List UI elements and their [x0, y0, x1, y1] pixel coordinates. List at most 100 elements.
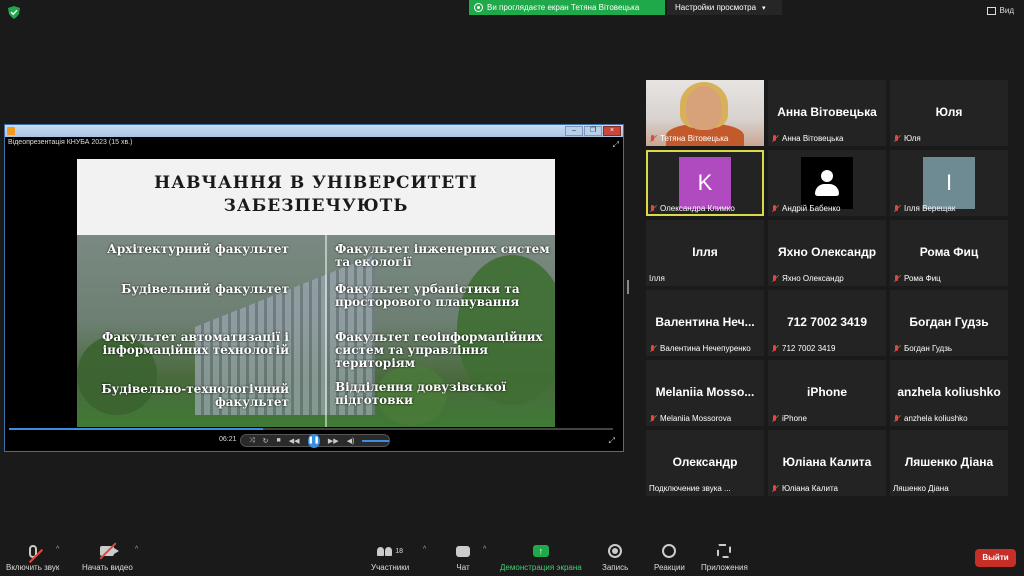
microphone-muted-icon	[771, 204, 779, 213]
microphone-muted-icon	[771, 134, 779, 143]
volume-slider[interactable]	[362, 439, 389, 442]
split-drag-handle[interactable]	[627, 280, 629, 294]
minimize-button[interactable]: –	[565, 126, 583, 136]
smiley-plus-icon	[662, 544, 677, 558]
pause-button[interactable]: ❚❚	[307, 433, 320, 448]
microphone-muted-icon	[649, 414, 657, 423]
expand-icon[interactable]: ⤢	[613, 139, 619, 151]
participant-name: Андрій Бабенко	[782, 204, 841, 213]
participant-display-name: Валентина Неч...	[655, 315, 755, 329]
participant-tile[interactable]: Андрій Бабенко	[768, 150, 886, 216]
audio-options-caret-icon[interactable]: ^	[56, 546, 59, 553]
gallery-grid-icon	[986, 6, 996, 15]
participant-tile[interactable]: 712 7002 3419 712 7002 3419	[768, 290, 886, 356]
security-shield-icon[interactable]	[8, 6, 20, 19]
faculty-right-2: Факультет урбаністики та просторового пл…	[335, 282, 520, 309]
participant-name: Ілля	[649, 274, 665, 283]
microphone-muted-icon	[771, 274, 779, 283]
close-window-button[interactable]: ×	[603, 126, 621, 136]
microphone-muted-icon	[28, 544, 43, 563]
participants-options-caret-icon[interactable]: ^	[423, 546, 426, 553]
participant-display-name: iPhone	[806, 385, 847, 399]
participant-name-label: Анна Вітовецька	[771, 134, 843, 143]
faculty-left-2: Будівельний факультет	[121, 282, 289, 296]
participant-name: Ляшенко Діана	[893, 484, 949, 493]
participant-name-label: Андрій Бабенко	[771, 204, 840, 213]
chat-options-caret-icon[interactable]: ^	[483, 546, 486, 553]
view-label: Вид	[999, 6, 1014, 15]
slide-header: НАВЧАННЯ В УНІВЕРСИТЕТІ ЗАБЕЗПЕЧУЮТЬ	[77, 159, 555, 235]
chat-label: Чат	[456, 563, 470, 572]
participant-tile[interactable]: Богдан Гудзь Богдан Гудзь	[890, 290, 1008, 356]
share-screen-button[interactable]: ↑ Демонстрация экрана	[500, 542, 582, 572]
apps-label: Приложения	[701, 563, 748, 572]
microphone-muted-icon	[893, 134, 901, 143]
participant-name: Юля	[904, 134, 921, 143]
participant-tile[interactable]: Юліана Калита Юліана Калита	[768, 430, 886, 496]
participant-display-name: Яхно Олександр	[777, 245, 877, 259]
start-video-button[interactable]: Начать видео	[82, 542, 133, 572]
share-banner-text: Ви проглядаєте екран Тетяна Вітовецька	[487, 3, 640, 12]
stop-icon[interactable]: ■	[276, 437, 280, 444]
participant-tile[interactable]: K Олександра Климко	[646, 150, 764, 216]
participant-name: Олександра Климко	[660, 204, 735, 213]
video-options-caret-icon[interactable]: ^	[135, 546, 138, 553]
participant-tile[interactable]: Анна Вітовецька Анна Вітовецька	[768, 80, 886, 146]
chat-button[interactable]: Чат	[456, 542, 470, 572]
shared-screen-player: – ❐ × Відеопрезентація КНУБА 2023 (15 хв…	[4, 124, 624, 452]
record-icon	[608, 544, 623, 558]
microphone-muted-icon	[771, 484, 779, 493]
participant-name: Яхно Олександр	[782, 274, 844, 283]
presentation-slide: НАВЧАННЯ В УНІВЕРСИТЕТІ ЗАБЕЗПЕЧУЮТЬ Арх…	[77, 159, 555, 427]
maximize-button[interactable]: ❐	[584, 126, 602, 136]
participants-count: 18	[395, 547, 403, 555]
participant-tile[interactable]: Ляшенко Діана Ляшенко Діана	[890, 430, 1008, 496]
reactions-button[interactable]: Реакции	[654, 542, 685, 572]
participant-tile[interactable]: Melaniia Mosso... Melaniia Mossorova	[646, 360, 764, 426]
participant-tile[interactable]: I Ілля Верещак	[890, 150, 1008, 216]
participant-tile[interactable]: Тетяна Вітовецька	[646, 80, 764, 146]
participant-name-label: Юля	[893, 134, 921, 143]
participant-name: anzhela koliushko	[904, 414, 968, 423]
fullscreen-icon[interactable]: ⤢	[609, 436, 615, 446]
slide-divider	[325, 235, 327, 427]
video-time: 06:21	[219, 436, 237, 443]
participant-tile[interactable]: Олександр Подключение звука ...	[646, 430, 764, 496]
apps-button[interactable]: Приложения	[701, 542, 748, 572]
participant-tile[interactable]: Валентина Неч... Валентина Нечепуренко	[646, 290, 764, 356]
participant-display-name: Юліана Калита	[782, 455, 872, 469]
faculty-left-3: Факультет автоматизації і інформаційних …	[101, 330, 289, 357]
repeat-icon[interactable]: ↻	[263, 437, 269, 445]
volume-icon[interactable]: ◀)	[347, 437, 355, 445]
video-progress-fill	[9, 428, 263, 430]
participant-tile[interactable]: Юля Юля	[890, 80, 1008, 146]
view-button[interactable]: Вид	[986, 6, 1014, 15]
slide-title-line1: НАВЧАННЯ В УНІВЕРСИТЕТІ	[154, 173, 478, 193]
record-button[interactable]: Запись	[602, 542, 628, 572]
participant-name-label: Ілля	[649, 274, 665, 283]
participant-display-name: Олександр	[672, 455, 738, 469]
next-icon[interactable]: ▶▶	[328, 437, 339, 445]
participant-display-name: Melaniia Mosso...	[655, 385, 755, 399]
participants-button[interactable]: 18 Участники	[371, 542, 409, 572]
player-controls: 06:21 ⤨ ↻ ■ ◀◀ ❚❚ ▶▶ ◀) ⤢	[5, 433, 623, 448]
shuffle-icon[interactable]: ⤨	[249, 437, 255, 445]
participant-display-name: Ілля	[692, 245, 718, 259]
leave-meeting-button[interactable]: Выйти	[975, 549, 1016, 567]
participant-tile[interactable]: Ілля Ілля	[646, 220, 764, 286]
participant-name-label: Юліана Калита	[771, 484, 838, 493]
unmute-button[interactable]: Включить звук	[6, 542, 59, 572]
participant-tile[interactable]: iPhone iPhone	[768, 360, 886, 426]
view-settings-button[interactable]: Настройки просмотра ▾	[667, 0, 782, 15]
player-titlebar[interactable]: – ❐ ×	[5, 125, 623, 137]
participant-name: Melaniia Mossorova	[660, 414, 732, 423]
participant-tile[interactable]: anzhela koliushko anzhela koliushko	[890, 360, 1008, 426]
participant-name: Анна Вітовецька	[782, 134, 844, 143]
video-progress-bar[interactable]	[9, 428, 613, 430]
previous-icon[interactable]: ◀◀	[289, 437, 300, 445]
participant-tile[interactable]: Рома Фиц Рома Фиц	[890, 220, 1008, 286]
participant-tile[interactable]: Яхно Олександр Яхно Олександр	[768, 220, 886, 286]
microphone-muted-icon	[649, 204, 657, 213]
faculty-right-3: Факультет геоінформаційних систем та упр…	[335, 330, 543, 370]
view-settings-label: Настройки просмотра	[675, 3, 757, 12]
